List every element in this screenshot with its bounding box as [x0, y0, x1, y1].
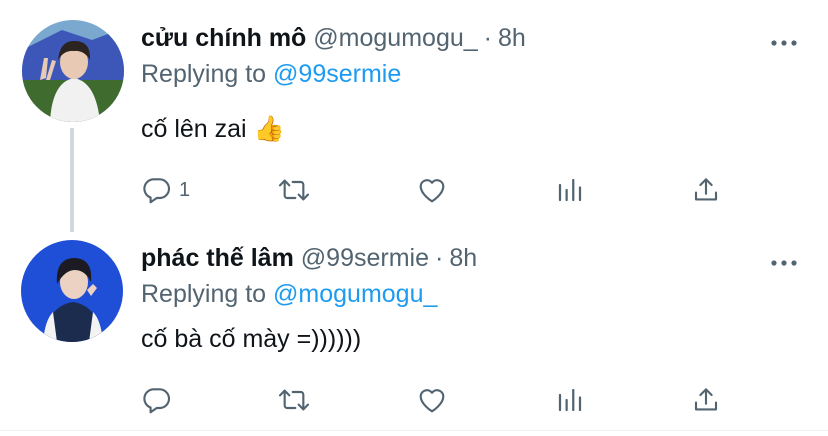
replying-prefix: Replying to: [141, 280, 267, 308]
timestamp[interactable]: 8h: [449, 244, 477, 272]
share-button[interactable]: [691, 380, 721, 420]
share-icon: [691, 384, 721, 416]
heart-icon: [415, 174, 449, 206]
more-horizontal-icon[interactable]: [770, 34, 798, 46]
stats-icon: [555, 174, 585, 206]
reply-icon: [141, 384, 173, 416]
reply-icon: [141, 174, 173, 206]
replying-to-link[interactable]: @99sermie: [273, 60, 401, 88]
display-name[interactable]: cửu chính mô: [141, 24, 306, 52]
share-icon: [691, 174, 721, 206]
tweet[interactable]: cửu chính mô @mogumogu_ · 8h Replying to @…: [0, 0, 828, 232]
more-horizontal-icon[interactable]: [770, 254, 798, 266]
tweet[interactable]: phác thế lâm @99sermie · 8h Replying to @m…: [0, 220, 828, 436]
tweet-header: cửu chính mô @mogumogu_ · 8h: [141, 22, 526, 54]
handle[interactable]: @99sermie: [301, 244, 429, 272]
stats-button[interactable]: [555, 380, 585, 420]
tweet-actions: [0, 380, 828, 420]
reply-button[interactable]: 1: [141, 170, 190, 210]
stats-icon: [555, 384, 585, 416]
replying-prefix: Replying to: [141, 60, 267, 88]
avatar[interactable]: [22, 20, 124, 122]
retweet-button[interactable]: [276, 170, 312, 210]
reply-button[interactable]: [141, 380, 179, 420]
tweet-text: cố lên zai 👍: [141, 115, 285, 143]
stats-button[interactable]: [555, 170, 585, 210]
divider: [0, 430, 828, 431]
tweet-header: phác thế lâm @99sermie · 8h: [141, 242, 477, 274]
replying-to: Replying to @99sermie: [141, 58, 401, 90]
timestamp[interactable]: 8h: [498, 24, 526, 52]
like-button[interactable]: [415, 380, 449, 420]
display-name[interactable]: phác thế lâm: [141, 244, 294, 272]
retweet-icon: [276, 384, 312, 416]
replying-to: Replying to @mogumogu_: [141, 278, 437, 310]
separator-dot: ·: [434, 244, 444, 272]
separator-dot: ·: [483, 24, 492, 52]
like-button[interactable]: [415, 170, 449, 210]
tweet-text: cố bà cố mày =)))))): [141, 325, 362, 353]
avatar[interactable]: [21, 240, 123, 342]
retweet-button[interactable]: [276, 380, 312, 420]
reply-count: 1: [179, 178, 191, 201]
heart-icon: [415, 384, 449, 416]
handle[interactable]: @mogumogu_: [313, 24, 477, 52]
replying-to-link[interactable]: @mogumogu_: [273, 280, 437, 308]
retweet-icon: [276, 174, 312, 206]
tweet-actions: 1: [0, 170, 828, 210]
share-button[interactable]: [691, 170, 721, 210]
